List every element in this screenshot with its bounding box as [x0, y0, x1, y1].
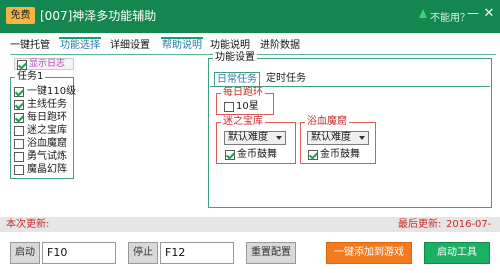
unavailable-link[interactable]: 不能用？	[430, 9, 470, 24]
task-checkbox[interactable]	[14, 87, 24, 97]
ten-star-checkbox[interactable]	[224, 102, 234, 112]
show-log-label: 显示日志	[29, 59, 66, 69]
task-label: 迷之宝库	[27, 125, 67, 136]
minimize-button[interactable]: —	[466, 7, 480, 21]
tab-timed-tasks[interactable]: 定时任务	[266, 72, 306, 86]
task-checkbox[interactable]	[14, 113, 24, 123]
task-label: 主线任务	[27, 99, 67, 110]
blood-cave-group: 浴血魔窟 默认难度 金币鼓舞	[300, 116, 376, 164]
task-checkbox[interactable]	[14, 139, 24, 149]
reset-config-button[interactable]: 重置配置	[246, 242, 296, 264]
blood-cave-gold-checkbox[interactable]	[308, 150, 318, 160]
task-checkbox[interactable]	[14, 126, 24, 136]
start-tool-button[interactable]: 启动工具	[424, 242, 490, 264]
blood-cave-gold-label: 金币鼓舞	[320, 149, 360, 160]
start-button[interactable]: 启动	[10, 242, 40, 264]
show-log-checkbox[interactable]	[17, 60, 27, 70]
tab-help[interactable]: 帮助说明	[161, 37, 203, 54]
treasury-difficulty-value: 默认难度	[228, 132, 268, 143]
task-checkbox[interactable]	[14, 152, 24, 162]
treasury-gold-checkbox[interactable]	[225, 150, 235, 160]
warning-icon	[419, 9, 427, 18]
blood-cave-difficulty-value: 默认难度	[311, 132, 351, 143]
daily-loop-group: 每日跑环 10星	[216, 87, 274, 115]
feature-settings-title: 功能设置	[213, 52, 257, 64]
treasury-group: 迷之宝库 默认难度 金币鼓舞	[216, 116, 296, 164]
task-label: 勇气试炼	[27, 151, 67, 162]
task-group-title: 任务1	[15, 71, 46, 83]
title-bar: 免费 [007]神泽多功能辅助 不能用？ — ✕	[0, 0, 500, 33]
blood-cave-difficulty-select[interactable]: 默认难度	[307, 131, 369, 145]
tab-daily-tasks[interactable]: 日常任务	[214, 72, 260, 86]
bottom-controls: 启动 F10 停止 F12 重置配置 一键添加到游戏 启动工具	[0, 232, 500, 273]
tab-feature-select[interactable]: 功能选择	[59, 37, 101, 54]
blood-cave-title: 浴血魔窟	[305, 116, 349, 128]
tab-detail-settings[interactable]: 详细设置	[110, 40, 150, 54]
daily-loop-title: 每日跑环	[221, 87, 265, 99]
update-label: 本次更新:	[6, 219, 50, 230]
status-bar: 本次更新: 最后更新: 2016-07-08	[0, 217, 500, 243]
treasury-gold-label: 金币鼓舞	[237, 149, 277, 160]
task-group: 任务1 一键110级 主线任务 每日跑环 迷之宝库 浴血魔窟 勇气试炼 魔晶幻阵	[10, 71, 77, 179]
stop-button[interactable]: 停止	[128, 242, 158, 264]
start-hotkey-field[interactable]: F10	[42, 242, 116, 264]
task-label: 一键110级	[27, 86, 77, 97]
latest-update-label: 最后更新:	[398, 219, 442, 230]
ten-star-label: 10星	[236, 101, 259, 112]
task-label: 魔晶幻阵	[27, 164, 67, 175]
task-label: 浴血魔窟	[27, 138, 67, 149]
window-title: [007]神泽多功能辅助	[40, 9, 157, 23]
chevron-down-icon	[276, 136, 282, 140]
close-button[interactable]: ✕	[482, 6, 496, 22]
show-log-toggle[interactable]: 显示日志	[14, 58, 74, 70]
free-badge: 免费	[6, 7, 35, 24]
tab-advanced-data[interactable]: 进阶数据	[260, 40, 300, 54]
task-checkbox[interactable]	[14, 165, 24, 175]
tab-one-click[interactable]: 一键托管	[10, 40, 50, 54]
task-checkbox[interactable]	[14, 100, 24, 110]
chevron-down-icon	[359, 136, 365, 140]
stop-hotkey-field[interactable]: F12	[160, 242, 234, 264]
one-click-add-button[interactable]: 一键添加到游戏	[326, 242, 412, 264]
treasury-title: 迷之宝库	[221, 116, 265, 128]
task-label: 每日跑环	[27, 112, 67, 123]
treasury-difficulty-select[interactable]: 默认难度	[224, 131, 286, 145]
